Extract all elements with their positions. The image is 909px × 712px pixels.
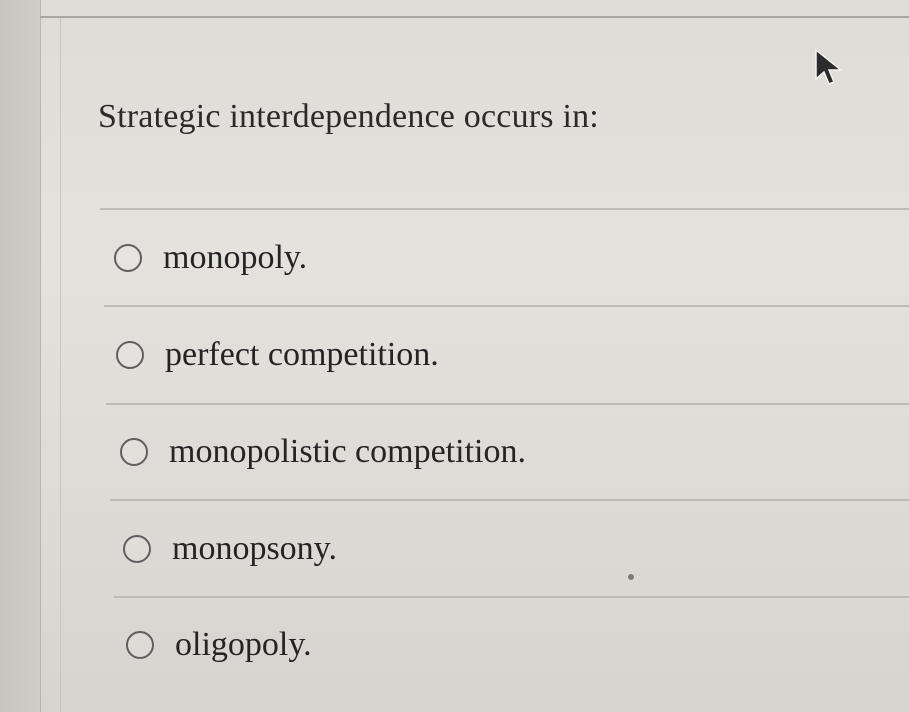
radio-button[interactable] <box>123 535 151 563</box>
question-prompt: Strategic interdependence occurs in: <box>98 98 599 135</box>
answer-option-monopolistic-competition[interactable]: monopolistic competition. <box>120 428 526 476</box>
answer-option-monopoly[interactable]: monopoly. <box>114 234 307 282</box>
radio-button[interactable] <box>120 438 148 466</box>
answer-option-monopsony[interactable]: monopsony. <box>123 525 337 573</box>
radio-button[interactable] <box>114 244 142 272</box>
answer-label: monopoly. <box>163 239 308 276</box>
answer-label: monopsony. <box>172 530 337 567</box>
answer-label: monopolistic competition. <box>169 433 526 470</box>
answer-option-oligopoly[interactable]: oligopoly. <box>126 621 312 669</box>
radio-button[interactable] <box>126 631 154 659</box>
answer-option-perfect-competition[interactable]: perfect competition. <box>116 331 439 379</box>
option-separator <box>106 403 909 405</box>
radio-button[interactable] <box>116 341 144 369</box>
answer-label: oligopoly. <box>175 626 312 663</box>
option-separator <box>114 596 909 598</box>
mouse-pointer-icon <box>815 48 844 85</box>
option-separator <box>104 305 909 307</box>
screen-speck <box>628 574 634 580</box>
option-separator <box>110 499 909 501</box>
left-page-margin <box>0 0 41 712</box>
answer-label: perfect competition. <box>165 336 439 373</box>
question-separator <box>100 208 909 210</box>
quiz-page: Strategic interdependence occurs in: mon… <box>0 0 909 712</box>
